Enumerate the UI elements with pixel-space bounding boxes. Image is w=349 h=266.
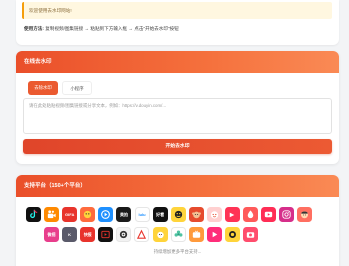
platform-row-2: 微视 K 快报: [44, 227, 259, 242]
usage-instructions: 使用方法: 复制视频/图集链接 → 粘贴到下方输入框 → 点击“开始去水印”按钮: [24, 25, 179, 33]
kuaibao-icon[interactable]: 快报: [80, 227, 96, 242]
weibo-icon[interactable]: [225, 207, 241, 222]
more-platforms-text: 持续增加更多平台支持...: [153, 249, 202, 254]
kuaiying-icon[interactable]: [170, 207, 186, 222]
tab-remove-watermark[interactable]: 去除水印: [28, 81, 58, 95]
usage-label: 使用方法:: [24, 26, 44, 31]
eye-icon[interactable]: [116, 227, 132, 242]
video-icon[interactable]: [261, 207, 277, 222]
watermark-card-title: 在线去水印: [16, 51, 339, 73]
weishi-icon[interactable]: [98, 207, 114, 222]
welcome-card: 欢迎使用去水印网站! 使用方法: 复制视频/图集链接 → 粘贴到下方输入框 → …: [16, 0, 339, 45]
haokan-icon[interactable]: 好看: [152, 207, 168, 222]
k-icon[interactable]: K: [62, 227, 78, 242]
platforms-card: 支持平台（150+个平台） GIFA 美拍 lulu 好看 微视 K 快报 持续增加更多平…: [16, 175, 339, 266]
face-icon[interactable]: [297, 207, 313, 222]
qq-icon[interactable]: [224, 227, 240, 242]
weishi2-icon[interactable]: 微视: [44, 227, 59, 242]
douyin-icon[interactable]: [26, 207, 41, 222]
play-icon[interactable]: [206, 227, 222, 242]
platforms-card-title: 支持平台（150+个平台）: [16, 175, 339, 197]
kuaishou-icon[interactable]: [44, 207, 60, 222]
link-input[interactable]: 请在此处粘贴视频/图集链接或分享文本，例如：https://v.douyin.c…: [23, 98, 332, 134]
screen-icon[interactable]: [98, 227, 114, 242]
tv-icon[interactable]: [188, 227, 204, 242]
pipixia-icon[interactable]: [80, 207, 96, 222]
watermark-card: 在线去水印 去除水印 小程序 请在此处粘贴视频/图集链接或分享文本，例如：htt…: [16, 51, 339, 164]
instagram-icon[interactable]: [279, 207, 295, 222]
usage-steps: 复制视频/图集链接 → 粘贴到下方输入框 → 点击“开始去水印”按钮: [45, 26, 179, 31]
lvzhou-icon[interactable]: lulu: [134, 207, 150, 222]
xigua-icon[interactable]: GIFA: [62, 207, 78, 222]
huoshan-icon[interactable]: [243, 207, 259, 222]
flower-icon[interactable]: [170, 227, 186, 242]
welcome-notice: 欢迎使用去水印网站!: [22, 2, 332, 19]
camera-icon[interactable]: [243, 227, 259, 242]
acfun-icon[interactable]: [134, 227, 150, 242]
tab-mini-program[interactable]: 小程序: [62, 81, 92, 95]
start-remove-button[interactable]: 开始去水印: [23, 139, 332, 154]
zuiyou-icon[interactable]: [206, 207, 222, 222]
monkey-icon[interactable]: [188, 207, 204, 222]
chick-icon[interactable]: [152, 227, 168, 242]
platform-row-1: GIFA 美拍 lulu 好看: [26, 207, 313, 222]
meipai-icon[interactable]: 美拍: [116, 207, 132, 222]
